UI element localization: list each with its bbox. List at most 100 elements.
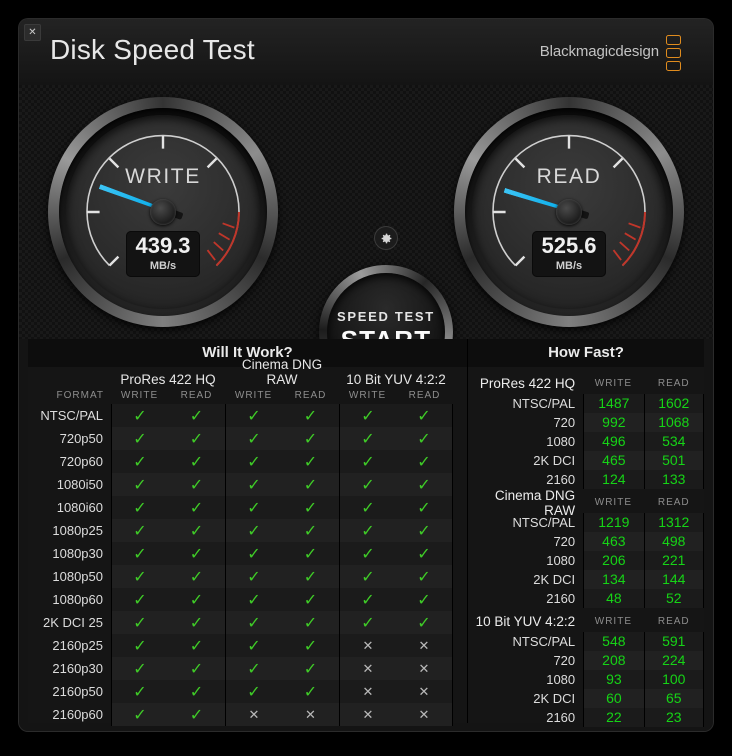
wiw-format-label: 2160p50	[52, 684, 103, 699]
wiw-cell: ✓	[339, 542, 396, 565]
wiw-cell: ✓	[111, 450, 168, 473]
table-row: 1080p25 ✓ ✓ ✓ ✓ ✓ ✓	[28, 519, 467, 542]
check-icon: ✓	[361, 545, 375, 563]
check-icon: ✓	[303, 637, 318, 655]
check-icon: ✓	[247, 407, 261, 425]
how-fast-write-value: 60	[583, 689, 644, 708]
read-gauge: READ 525.6 MB/s	[454, 97, 684, 327]
read-gauge-label: READ	[536, 165, 602, 189]
how-fast-row-label: 720	[553, 653, 576, 668]
wiw-format-label: 1080i50	[56, 477, 103, 492]
wiw-format-label: 2160p30	[52, 661, 103, 676]
wiw-format-label: 1080p25	[52, 523, 103, 538]
wiw-cell: ✓	[282, 450, 339, 473]
wiw-cell: ✕	[282, 703, 339, 726]
check-icon: ✓	[361, 407, 375, 425]
cross-icon: ✕	[305, 706, 316, 722]
how-fast-row-label: 2160	[546, 591, 576, 606]
wiw-cell: ✓	[111, 404, 168, 427]
wiw-sub-header: WRITE	[348, 390, 387, 401]
settings-button[interactable]	[374, 226, 398, 250]
check-icon: ✓	[247, 476, 261, 494]
table-row: 1080 496 534	[468, 432, 704, 451]
wiw-cell: ✓	[396, 427, 453, 450]
wiw-cell: ✓	[225, 611, 282, 634]
how-fast-group: Cinema DNG RAW WRITE READ NTSC/PAL 1219 1312 7…	[468, 488, 704, 608]
how-fast-write-value: 463	[583, 532, 644, 551]
results-area: Will It Work? ProRes 422 HQ Cinema DNG RA…	[19, 339, 713, 731]
wiw-cell: ✓	[111, 680, 168, 703]
how-fast-write-value: 465	[583, 451, 644, 470]
start-button-subtitle: SPEED TEST	[337, 308, 435, 324]
wiw-format-label: 720p50	[59, 431, 103, 446]
check-icon: ✓	[417, 407, 431, 425]
wiw-cell: ✓	[396, 588, 453, 611]
check-icon: ✓	[133, 614, 147, 632]
wiw-cell: ✓	[168, 611, 225, 634]
wiw-cell: ✓	[225, 565, 282, 588]
check-icon: ✓	[247, 614, 261, 632]
how-fast-group-header: 10 Bit YUV 4:2:2 WRITE READ	[468, 611, 704, 632]
check-icon: ✓	[133, 499, 147, 517]
check-icon: ✓	[417, 430, 431, 448]
wiw-sub-header: READ	[180, 390, 213, 401]
table-row: 2160p30 ✓ ✓ ✓ ✓ ✕ ✕	[28, 657, 467, 680]
how-fast-write-value: 124	[583, 470, 644, 489]
how-fast-write-value: 206	[583, 551, 644, 570]
how-fast-read-value: 1312	[643, 513, 704, 532]
check-icon: ✓	[189, 614, 204, 632]
wiw-cell: ✓	[282, 473, 339, 496]
how-fast-read-value: 1068	[643, 413, 704, 432]
how-fast-read-value: 1602	[643, 394, 704, 413]
how-fast-read-value: 534	[643, 432, 704, 451]
wiw-cell: ✓	[168, 703, 225, 726]
wiw-cell: ✕	[339, 657, 396, 680]
wiw-cell: ✕	[396, 634, 453, 657]
check-icon: ✓	[303, 499, 318, 517]
how-fast-write-value: 992	[583, 413, 644, 432]
close-button[interactable]: ✕	[24, 24, 41, 41]
table-row: 1080i60 ✓ ✓ ✓ ✓ ✓ ✓	[28, 496, 467, 519]
wiw-cell: ✓	[282, 496, 339, 519]
wiw-cell: ✕	[225, 703, 282, 726]
wiw-cell: ✓	[339, 565, 396, 588]
how-fast-group-header: Cinema DNG RAW WRITE READ	[468, 488, 704, 518]
how-fast-row-label: 2160	[546, 472, 576, 487]
check-icon: ✓	[361, 591, 375, 609]
table-row: 720 992 1068	[468, 413, 704, 432]
wiw-cell: ✓	[396, 611, 453, 634]
cross-icon: ✕	[362, 706, 374, 722]
check-icon: ✓	[189, 476, 204, 494]
wiw-cell: ✓	[168, 588, 225, 611]
gauge-face: READ 525.6 MB/s	[472, 115, 666, 309]
check-icon: ✓	[189, 568, 204, 586]
wiw-cell: ✓	[282, 542, 339, 565]
check-icon: ✓	[247, 591, 261, 609]
how-fast-read-value: 52	[643, 589, 704, 608]
wiw-cell: ✓	[396, 473, 453, 496]
wiw-cell: ✕	[339, 634, 396, 657]
wiw-cell: ✓	[339, 588, 396, 611]
how-fast-row-label: NTSC/PAL	[512, 396, 576, 411]
how-fast-group-name: 10 Bit YUV 4:2:2	[475, 614, 576, 629]
wiw-cell: ✓	[282, 680, 339, 703]
how-fast-sub-header: READ	[657, 616, 690, 627]
write-readout: 439.3 MB/s	[126, 231, 200, 278]
check-icon: ✓	[189, 683, 204, 701]
wiw-sub-header: READ	[294, 390, 327, 401]
wiw-cell: ✓	[225, 404, 282, 427]
wiw-cell: ✓	[339, 519, 396, 542]
how-fast-read-value: 23	[643, 708, 704, 727]
check-icon: ✓	[417, 591, 431, 609]
table-row: 1080p60 ✓ ✓ ✓ ✓ ✓ ✓	[28, 588, 467, 611]
wiw-cell: ✓	[282, 657, 339, 680]
wiw-cell: ✓	[282, 427, 339, 450]
how-fast-group-header: ProRes 422 HQ WRITE READ	[468, 373, 704, 394]
how-fast-read-value: 501	[643, 451, 704, 470]
cross-icon: ✕	[418, 660, 430, 676]
wiw-cell: ✕	[339, 680, 396, 703]
gauge-hub	[556, 199, 582, 225]
wiw-cell: ✓	[339, 473, 396, 496]
check-icon: ✓	[189, 522, 204, 540]
wiw-cell: ✓	[168, 427, 225, 450]
